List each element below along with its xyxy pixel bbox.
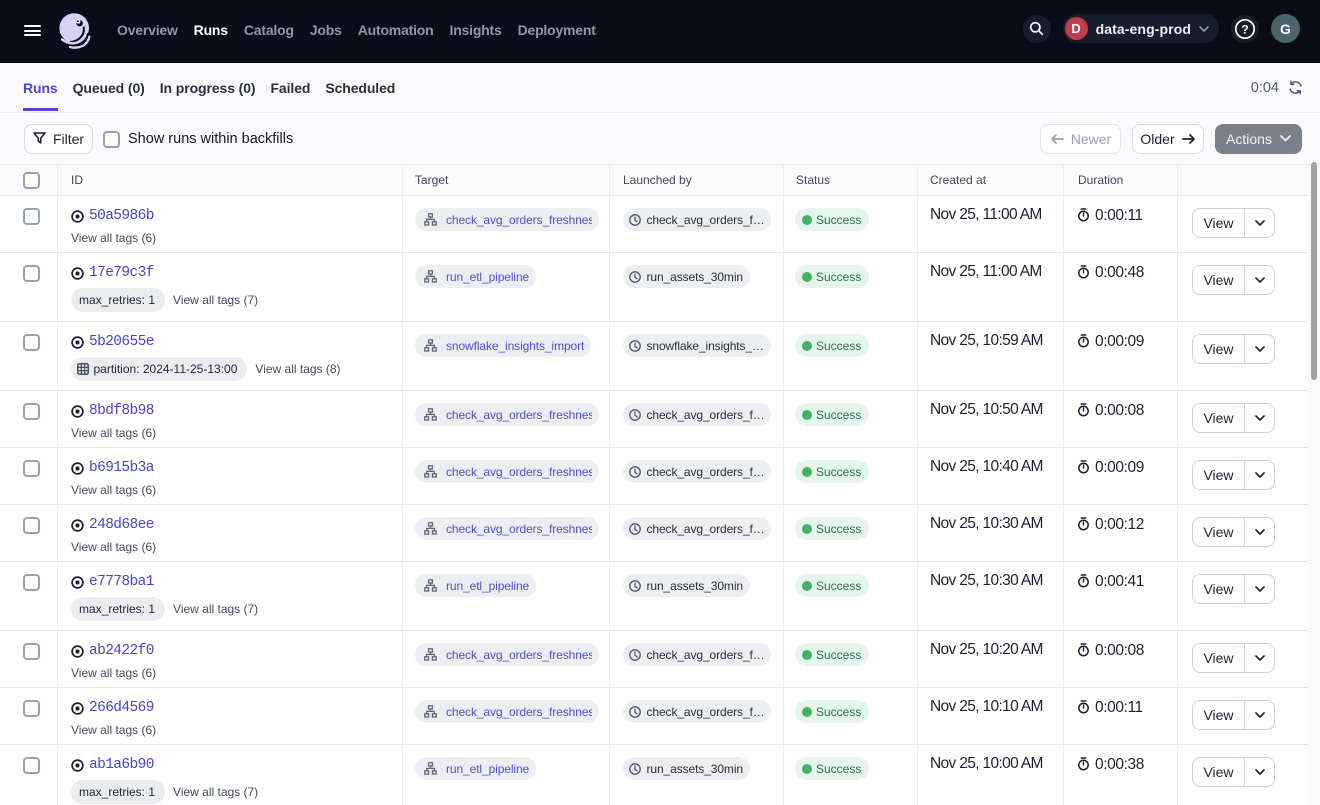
svg-text:?: ? — [1241, 22, 1248, 36]
